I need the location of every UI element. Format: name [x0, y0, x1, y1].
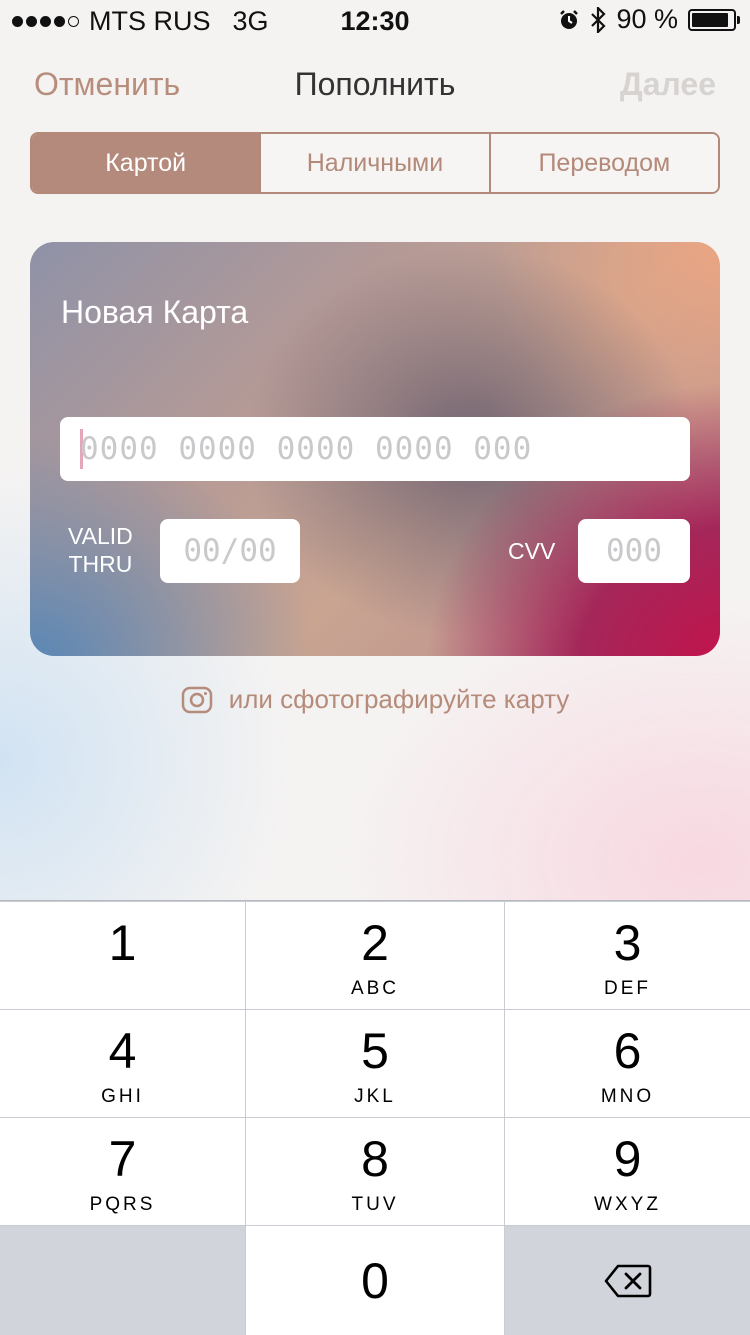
- key-digit: 6: [613, 1023, 642, 1079]
- key-letters: JKL: [354, 1086, 396, 1107]
- battery-icon: [688, 8, 740, 31]
- key-digit: 7: [108, 1131, 137, 1187]
- valid-label-line2: THRU: [68, 551, 133, 577]
- payment-method-tabs: Картой Наличными Переводом: [30, 132, 720, 194]
- cvv-input[interactable]: 000: [578, 519, 690, 583]
- card-number-placeholder: 0000 0000 0000 0000 000: [80, 431, 533, 467]
- key-letters: GHI: [101, 1086, 144, 1107]
- key-5[interactable]: 5 JKL: [246, 1010, 504, 1117]
- key-3[interactable]: 3 DEF: [505, 902, 750, 1009]
- tab-cash[interactable]: Наличными: [261, 134, 491, 192]
- next-button[interactable]: Далее: [620, 66, 716, 103]
- key-digit: 0: [361, 1253, 389, 1309]
- key-7[interactable]: 7 PQRS: [0, 1118, 245, 1225]
- tab-transfer[interactable]: Переводом: [490, 134, 718, 192]
- key-8[interactable]: 8 TUV: [246, 1118, 504, 1225]
- scan-card-label: или сфотографируйте карту: [228, 684, 570, 714]
- expiry-input[interactable]: 00/00: [160, 519, 300, 583]
- key-0[interactable]: 0: [246, 1226, 504, 1335]
- key-9[interactable]: 9 WXYZ: [505, 1118, 750, 1225]
- key-4[interactable]: 4 GHI: [0, 1010, 245, 1117]
- key-digit: 9: [613, 1131, 642, 1187]
- numeric-keypad: 1 2 ABC 3 DEF 4 GHI 5 JKL 6 MNO 7 PQRS 8…: [0, 900, 750, 1335]
- key-letters: PQRS: [89, 1194, 156, 1215]
- scan-card-link[interactable]: или сфотографируйте карту: [0, 684, 750, 715]
- camera-icon: [181, 686, 212, 713]
- valid-label-line1: VALID: [68, 523, 133, 549]
- status-right: 90 %: [558, 4, 740, 35]
- key-blank: [0, 1226, 245, 1335]
- key-2[interactable]: 2 ABC: [246, 902, 504, 1009]
- key-letters: WXYZ: [594, 1194, 661, 1215]
- navigation-bar: Отменить Пополнить Далее: [0, 60, 750, 110]
- key-digit: 3: [613, 915, 642, 971]
- cvv-placeholder: 000: [606, 533, 662, 569]
- alarm-icon: [560, 9, 579, 29]
- tab-card[interactable]: Картой: [32, 134, 262, 192]
- key-digit: 8: [361, 1131, 389, 1187]
- key-letters: TUV: [351, 1194, 399, 1215]
- card-number-input[interactable]: 0000 0000 0000 0000 000: [60, 417, 690, 481]
- key-digit: 4: [108, 1023, 137, 1079]
- key-digit: 2: [361, 915, 389, 971]
- key-6[interactable]: 6 MNO: [505, 1010, 750, 1117]
- backspace-icon: [604, 1264, 651, 1297]
- status-bar: MTS RUS 3G 12:30 90 %: [0, 0, 750, 40]
- card-title: Новая Карта: [61, 294, 249, 330]
- key-letters: ABC: [350, 978, 400, 999]
- bluetooth-icon: [591, 6, 607, 33]
- key-letters: DEF: [604, 978, 651, 999]
- delete-key[interactable]: [505, 1226, 750, 1335]
- valid-thru-label: VALID THRU: [68, 522, 133, 578]
- key-1[interactable]: 1: [0, 902, 245, 1009]
- key-letters: MNO: [600, 1086, 655, 1107]
- battery-percent: 90 %: [616, 4, 678, 34]
- battery-fill: [692, 12, 728, 27]
- key-digit: 1: [108, 915, 137, 971]
- cvv-label: CVV: [508, 538, 556, 564]
- expiry-placeholder: 00/00: [183, 533, 277, 569]
- card-form: Новая Карта 0000 0000 0000 0000 000 VALI…: [30, 242, 720, 656]
- key-digit: 5: [361, 1023, 389, 1079]
